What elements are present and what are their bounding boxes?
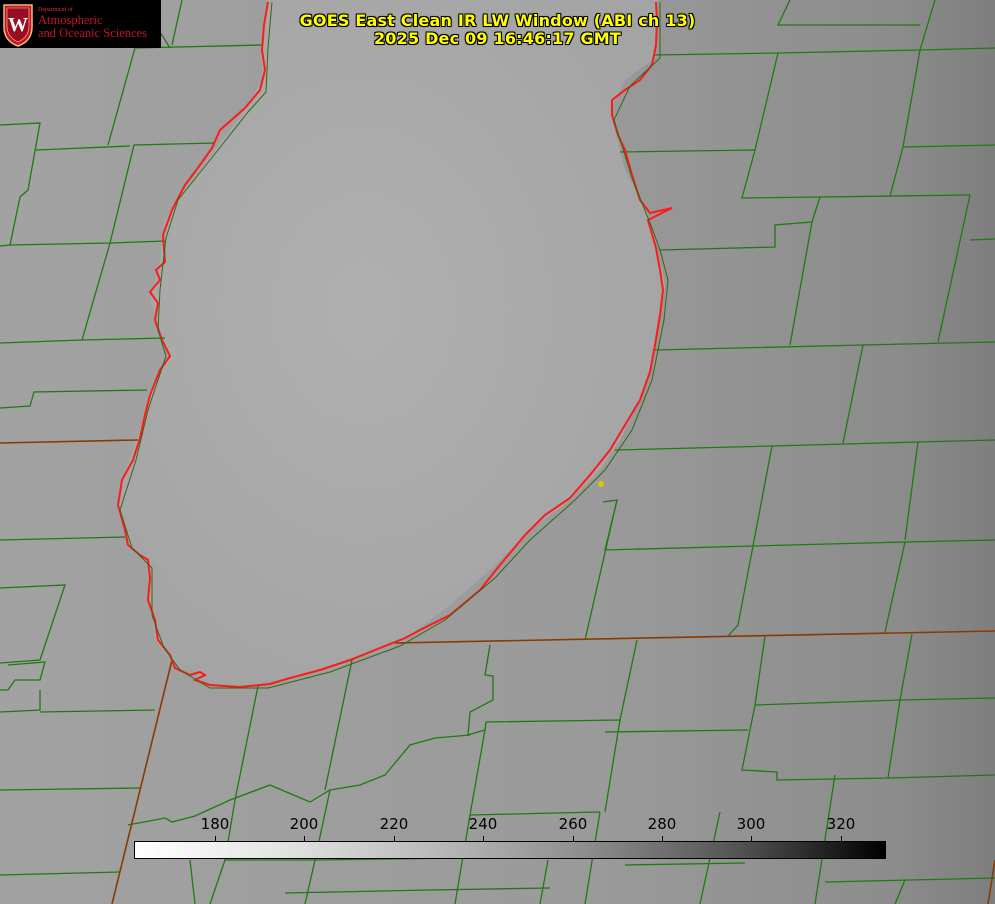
colorbar-tick-mark bbox=[573, 836, 574, 842]
colorbar-tick-mark bbox=[304, 836, 305, 842]
colorbar-tick-label: 180 bbox=[200, 815, 230, 833]
colorbar-tick-mark bbox=[662, 836, 663, 842]
colorbar-tick-label: 240 bbox=[468, 815, 498, 833]
colorbar-tick-mark bbox=[394, 836, 395, 842]
location-marker bbox=[598, 481, 604, 487]
colorbar-tick-mark bbox=[751, 836, 752, 842]
colorbar-tick-mark bbox=[483, 836, 484, 842]
colorbar-tick-label: 260 bbox=[558, 815, 588, 833]
colorbar-tick-label: 300 bbox=[736, 815, 766, 833]
colorbar-tick-label: 220 bbox=[379, 815, 409, 833]
image-title: GOES East Clean IR LW Window (ABI ch 13) bbox=[299, 11, 696, 30]
image-timestamp: 2025 Dec 09 16:46:17 GMT bbox=[373, 29, 622, 48]
colorbar-tick-label: 280 bbox=[647, 815, 677, 833]
colorbar-tick-mark bbox=[215, 836, 216, 842]
colorbar-tick-label: 320 bbox=[826, 815, 856, 833]
colorbar-tick-mark bbox=[841, 836, 842, 842]
map-overlay bbox=[0, 0, 995, 904]
lake-michigan-surface bbox=[118, 0, 665, 686]
colorbar-gradient bbox=[134, 841, 886, 859]
colorbar-tick-label: 200 bbox=[289, 815, 319, 833]
satellite-map: W Department of Atmospheric and Oceanic … bbox=[0, 0, 995, 904]
